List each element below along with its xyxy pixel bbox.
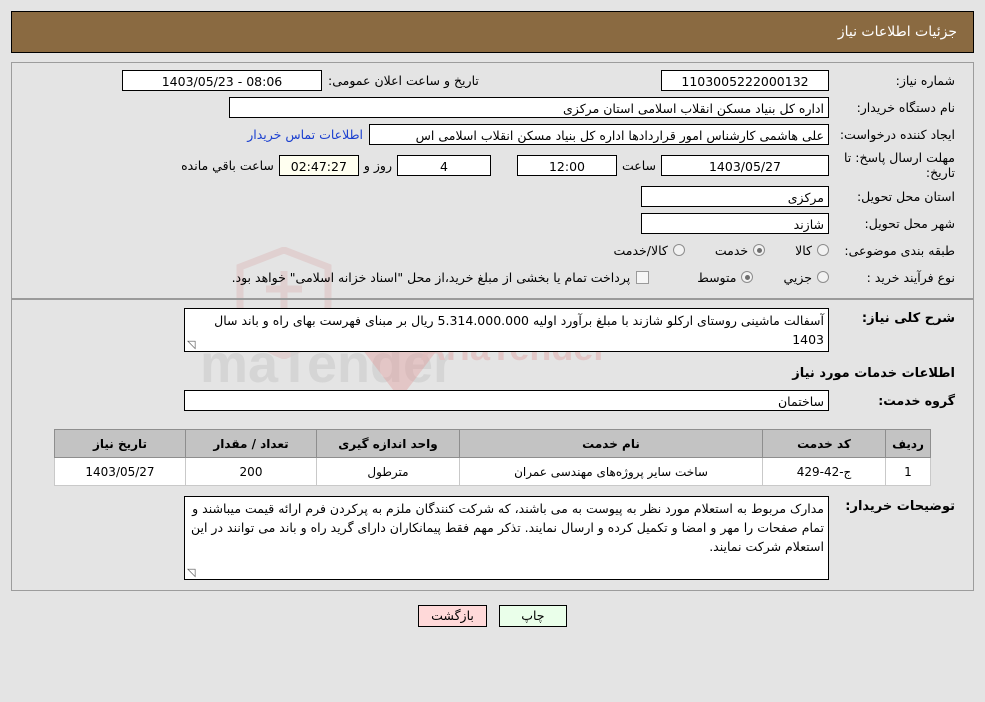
row-need-number: شماره نیاز: 1103005222000132 تاریخ و ساع… [12, 69, 973, 91]
cell-row: 1 [885, 457, 931, 486]
row-service-group: گروه خدمت: ساختمان [12, 389, 973, 411]
process-type-label: نوع فرآیند خرید : [866, 269, 955, 285]
resize-grip-icon[interactable]: ◹ [187, 339, 195, 350]
buyer-notes-text: مدارک مربوط به استعلام مورد نظر به پیوست… [190, 501, 824, 554]
col-header-row: ردیف [885, 429, 931, 458]
announce-datetime-label: تاریخ و ساعت اعلان عمومی: [328, 72, 479, 88]
general-description-text: آسفالت ماشینی روستای ارکلو شازند با مبلغ… [214, 313, 824, 347]
service-group-value: ساختمان [184, 389, 829, 411]
requester-value: علی هاشمی کارشناس امور قراردادها اداره ک… [369, 123, 829, 145]
col-header-unit: واحد اندازه گیری [316, 429, 460, 458]
print-button[interactable]: چاپ [498, 605, 567, 627]
need-details-panel: شماره نیاز: 1103005222000132 تاریخ و ساع… [11, 62, 974, 591]
cell-unit: مترطول [316, 457, 460, 486]
service-group-label: گروه خدمت: [878, 392, 955, 408]
col-header-date: تاریخ نیاز [54, 429, 186, 458]
buyer-contact-link[interactable]: اطلاعات تماس خریدار [241, 127, 369, 142]
table-row: 1 ج-42-429 ساخت سایر پروژه‌های مهندسی عم… [54, 457, 931, 486]
requester-label: ایجاد کننده درخواست: [839, 126, 955, 142]
row-city: شهر محل تحویل: شازند [12, 212, 973, 234]
radio-kala-icon[interactable] [817, 244, 829, 256]
footer-button-bar: چاپ بازگشت [0, 591, 985, 627]
process-option-jozee[interactable]: جزیي [783, 270, 829, 285]
process-option-motavaset-label: متوسط [697, 269, 737, 285]
category-label: طبقه بندی موضوعی: [844, 242, 955, 258]
col-header-qty: تعداد / مقدار [185, 429, 317, 458]
deadline-label: مهلت ارسال پاسخ: تا تاریخ: [844, 150, 955, 180]
city-label: شهر محل تحویل: [864, 215, 955, 231]
treasury-bonds-checkbox[interactable] [636, 270, 650, 284]
services-table: ردیف کد خدمت نام خدمت واحد اندازه گیری ت… [54, 429, 931, 486]
buyer-notes-label: توضیحات خریدار: [845, 499, 955, 514]
category-option-khedmat[interactable]: خدمت [714, 242, 766, 258]
category-option-kala-khedmat-label: کالا/خدمت [613, 242, 668, 258]
category-option-kala-label: کالا [795, 242, 812, 258]
category-option-khedmat-label: خدمت [714, 242, 749, 258]
process-option-jozee-label: جزیي [783, 269, 812, 285]
row-process-type: نوع فرآیند خرید : جزیي متوسط پرداخت تمام… [12, 266, 973, 288]
category-option-kala[interactable]: کالا [795, 243, 829, 258]
days-remaining-label: روز و [363, 157, 392, 173]
resize-grip-notes-icon[interactable]: ◹ [187, 567, 195, 578]
countdown-value: 02:47:27 [278, 154, 359, 176]
treasury-bonds-label: پرداخت تمام یا بخشی از مبلغ خرید،از محل … [231, 269, 631, 285]
category-option-kala-khedmat[interactable]: کالا/خدمت [613, 242, 685, 258]
back-button[interactable]: بازگشت [418, 605, 487, 627]
page-header: جزئیات اطلاعات نیاز [11, 11, 974, 53]
row-category: طبقه بندی موضوعی: کالا خدمت کالا/خدمت [12, 239, 973, 261]
province-value: مرکزی [641, 185, 829, 207]
cell-code: ج-42-429 [762, 457, 886, 486]
buyer-org-value: اداره کل بنیاد مسکن انقلاب اسلامی استان … [229, 96, 829, 118]
cell-name: ساخت سایر پروژه‌های مهندسی عمران [459, 457, 763, 486]
row-deadline: مهلت ارسال پاسخ: تا تاریخ: 1403/05/27 سا… [12, 150, 973, 180]
cell-date: 1403/05/27 [54, 457, 186, 486]
buyer-org-label: نام دستگاه خریدار: [856, 99, 955, 115]
process-option-motavaset[interactable]: متوسط [697, 269, 754, 285]
need-number-label: شماره نیاز: [895, 72, 955, 88]
radio-khedmat-icon[interactable] [753, 244, 766, 256]
radio-kala-khedmat-icon[interactable] [672, 244, 685, 256]
radio-jozee-icon[interactable] [817, 271, 829, 283]
col-header-name: نام خدمت [459, 429, 763, 458]
days-remaining-value: 4 [396, 154, 491, 176]
countdown-label: ساعت باقي مانده [181, 157, 274, 173]
announce-datetime-value: 08:06 - 1403/05/23 [122, 69, 322, 91]
services-table-wrapper: ردیف کد خدمت نام خدمت واحد اندازه گیری ت… [12, 423, 973, 486]
row-buyer-org: نام دستگاه خریدار: اداره کل بنیاد مسکن ا… [12, 96, 973, 118]
hour-label: ساعت [621, 157, 656, 173]
radio-motavaset-icon[interactable] [741, 271, 754, 283]
deadline-hour-value: 12:00 [516, 154, 617, 176]
need-number-value: 1103005222000132 [661, 69, 829, 91]
row-general-description: شرح کلی نیاز: آسفالت ماشینی روستای ارکلو… [12, 300, 973, 356]
page-title: جزئیات اطلاعات نیاز [837, 24, 957, 40]
buyer-notes-value: مدارک مربوط به استعلام مورد نظر به پیوست… [184, 496, 829, 580]
row-buyer-notes: توضیحات خریدار: مدارک مربوط به استعلام م… [12, 486, 973, 590]
general-description-label: شرح کلی نیاز: [861, 311, 955, 326]
city-value: شازند [641, 212, 829, 234]
deadline-date-value: 1403/05/27 [661, 154, 829, 176]
cell-qty: 200 [185, 457, 317, 486]
table-header-row: ردیف کد خدمت نام خدمت واحد اندازه گیری ت… [54, 429, 931, 458]
row-province: استان محل تحویل: مرکزی [12, 185, 973, 207]
province-label: استان محل تحویل: [856, 188, 955, 204]
general-description-value: آسفالت ماشینی روستای ارکلو شازند با مبلغ… [184, 308, 829, 352]
col-header-code: کد خدمت [762, 429, 886, 458]
row-requester: ایجاد کننده درخواست: علی هاشمی کارشناس ا… [12, 123, 973, 145]
services-section-title: اطلاعات خدمات مورد نیاز [792, 366, 955, 381]
